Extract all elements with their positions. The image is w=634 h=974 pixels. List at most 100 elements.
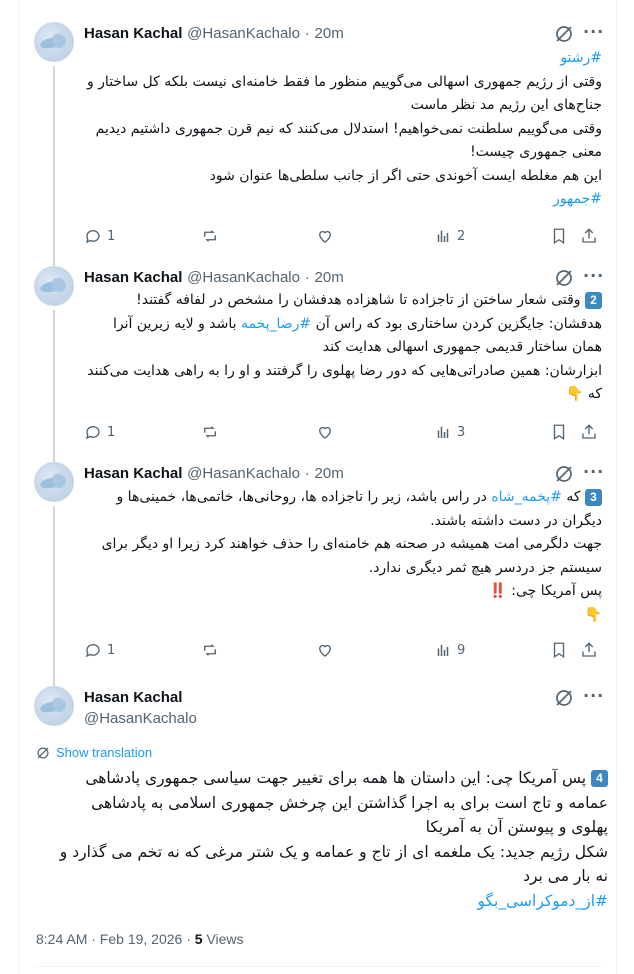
text-segment: جناح‌های این رژیم مد نظر ماست: [410, 97, 602, 113]
text-line: این هم مغلطه ایست آخوندی حتی اگر از جانب…: [84, 165, 602, 189]
like-button[interactable]: [316, 640, 339, 660]
bookmark-button[interactable]: [550, 640, 568, 660]
repost-button[interactable]: [201, 422, 224, 442]
text-segment: هدفشان: جایگزین کردن ساختاری بود که راس …: [311, 315, 602, 332]
text-line: سیستم جز دردسر هیچ ثمر دیگری ندارد.: [84, 557, 602, 581]
share-icon: [582, 642, 596, 657]
more-icon[interactable]: ···: [583, 462, 604, 481]
avatar[interactable]: [34, 462, 74, 502]
tweet-2[interactable]: Hasan Kachal @HasanKachalo · 20m ··· 2 و…: [18, 258, 617, 454]
text-segment: شکل رژیم جدید: یک ملغمه ای از تاج و عمام…: [59, 842, 608, 861]
hashtag-link[interactable]: #پخمه_شاه: [491, 489, 562, 505]
text-line: هدفشان: جایگزین کردن ساختاری بود که راس …: [84, 313, 602, 337]
grok-icon[interactable]: [554, 464, 574, 484]
bookmark-icon: [553, 424, 565, 441]
views-count: 3: [457, 424, 466, 440]
views-count: 2: [457, 228, 466, 244]
author-name[interactable]: Hasan Kachal: [84, 25, 182, 42]
text-line: دیگران در دست داشته باشند.: [84, 510, 602, 534]
reply-count: 1: [107, 424, 116, 440]
text-line: معنی جمهوری چیست!: [84, 141, 602, 165]
text-segment: نه بار می برد: [523, 867, 608, 885]
views-button[interactable]: 3: [434, 422, 465, 442]
share-button[interactable]: [580, 422, 598, 442]
grok-icon[interactable]: [554, 688, 574, 708]
text-line: وقتی از رژیم جمهوری اسهالی می‌گوییم منظو…: [84, 71, 602, 95]
views-count: 5: [194, 931, 203, 947]
hashtag-link[interactable]: #جمهور: [553, 191, 602, 207]
show-translation-link[interactable]: Show translation: [36, 745, 152, 760]
thread-line: [53, 258, 55, 266]
text-line: که 👇: [84, 383, 602, 407]
like-button[interactable]: [316, 226, 339, 246]
text-segment: همان ساختار قدیمی جمهوری اسهالی هدایت کن…: [322, 339, 602, 355]
text-line: 3 که #پخمه_شاه در راس باشد، زیر را تاجزا…: [84, 486, 602, 510]
views-button[interactable]: 2: [434, 226, 465, 246]
like-icon: [319, 230, 331, 243]
text-line: ابزارشان: همین صادراتی‌هایی که دور رضا پ…: [84, 360, 602, 384]
timestamp[interactable]: 8:24 AM · Feb 19, 2026 ·: [36, 931, 195, 947]
author-name[interactable]: Hasan Kachal: [84, 269, 182, 286]
tweet-time[interactable]: 20m: [315, 269, 344, 286]
text-line: شکل رژیم جدید: یک ملغمه ای از تاج و عمام…: [48, 840, 608, 865]
share-button[interactable]: [580, 640, 598, 660]
tweet-time[interactable]: 20m: [315, 25, 344, 42]
avatar[interactable]: [34, 686, 74, 726]
repost-button[interactable]: [201, 226, 224, 246]
action-bar: 1 3: [84, 422, 602, 442]
author-handle-row: @HasanKachalo: [84, 709, 197, 727]
views-icon: [437, 426, 449, 438]
more-icon[interactable]: ···: [583, 22, 604, 41]
like-icon: [319, 644, 331, 657]
share-icon: [582, 228, 596, 243]
tweet-3[interactable]: Hasan Kachal @HasanKachalo · 20m ··· 3 ک…: [18, 454, 617, 674]
text-line: #رشتو: [84, 47, 602, 71]
bookmark-button[interactable]: [550, 422, 568, 442]
hashtag-link[interactable]: #از_دموکراسی_بگو: [477, 892, 608, 910]
views-icon: [437, 230, 449, 242]
text-segment: این هم مغلطه ایست آخوندی حتی اگر از جانب…: [209, 167, 602, 184]
reply-button[interactable]: 1: [84, 226, 115, 246]
repost-icon: [204, 644, 216, 656]
text-line: 👇: [84, 604, 602, 628]
author-handle[interactable]: @HasanKachalo: [187, 465, 300, 482]
more-icon[interactable]: ···: [583, 686, 604, 705]
author-handle[interactable]: @HasanKachalo: [84, 710, 197, 727]
avatar[interactable]: [34, 22, 74, 62]
reply-button[interactable]: 1: [84, 640, 115, 660]
reply-icon: [85, 230, 100, 244]
text-line: جناح‌های این رژیم مد نظر ماست: [84, 94, 602, 118]
text-segment: ابزارشان: همین صادراتی‌هایی که دور رضا پ…: [87, 362, 602, 379]
pointing-down-emoji: 👇: [584, 606, 602, 623]
grok-icon[interactable]: [554, 24, 574, 44]
repost-button[interactable]: [201, 640, 224, 660]
reply-icon: [85, 644, 100, 658]
like-button[interactable]: [316, 422, 339, 442]
tweet-text: 3 که #پخمه_شاه در راس باشد، زیر را تاجزا…: [84, 486, 602, 627]
text-segment: باشد و لایه زیرین آنرا: [113, 315, 241, 332]
author-handle[interactable]: @HasanKachalo: [187, 25, 300, 42]
tweet-1[interactable]: Hasan Kachal @HasanKachalo · 20m ··· #رش…: [18, 0, 617, 258]
bookmark-button[interactable]: [550, 226, 568, 246]
reply-count: 1: [107, 642, 116, 658]
author-handle[interactable]: @HasanKachalo: [187, 269, 300, 286]
hashtag-link[interactable]: #رضا_پخمه: [241, 316, 311, 332]
text-segment: پس آمریکا چی:: [506, 583, 602, 599]
more-icon[interactable]: ···: [583, 266, 604, 285]
reply-button[interactable]: 1: [84, 422, 115, 442]
text-segment: وقتی از رژیم جمهوری اسهالی می‌گوییم منظو…: [86, 73, 602, 90]
text-segment: پس آمریکا چی: این داستان ها همه برای تغی…: [85, 769, 591, 787]
share-button[interactable]: [580, 226, 598, 246]
views-button[interactable]: 9: [434, 640, 465, 660]
tweet-time[interactable]: 20m: [315, 465, 344, 482]
author-name[interactable]: Hasan Kachal: [84, 689, 182, 706]
avatar[interactable]: [34, 266, 74, 306]
author-name[interactable]: Hasan Kachal: [84, 465, 182, 482]
tweet-header: Hasan Kachal @HasanKachalo · 20m: [84, 24, 344, 42]
thread-line: [53, 674, 55, 686]
grok-icon[interactable]: [554, 268, 574, 288]
views-label: Views: [202, 931, 244, 947]
pointing-down-emoji: 👇: [565, 386, 584, 402]
text-line: نه بار می برد: [48, 864, 608, 889]
hashtag-link[interactable]: #رشتو: [560, 50, 602, 66]
